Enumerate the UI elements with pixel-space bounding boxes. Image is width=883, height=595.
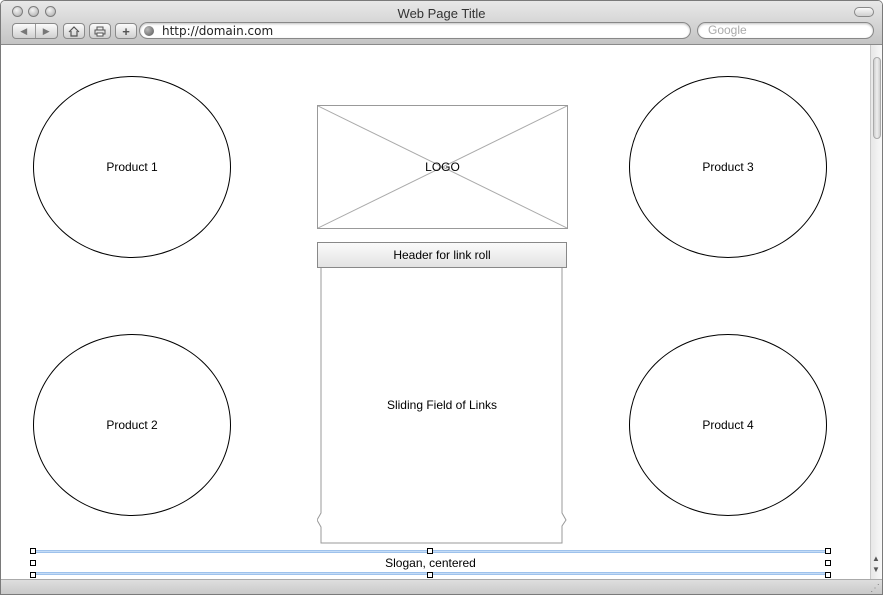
logo-label: LOGO xyxy=(425,160,460,174)
product-2-circle[interactable]: Product 2 xyxy=(33,334,231,516)
back-arrow-icon[interactable]: ◀ xyxy=(13,24,35,38)
resize-handle-bottom-right[interactable] xyxy=(825,572,831,578)
home-button[interactable] xyxy=(63,23,85,39)
scroll-up-arrow-icon[interactable]: ▲ xyxy=(872,555,880,563)
product-label: Product 2 xyxy=(106,418,158,432)
resize-handle-bottom-left[interactable] xyxy=(30,572,36,578)
home-icon xyxy=(68,25,80,37)
titlebar: Web Page Title ◀ ▶ + http://domain.com G… xyxy=(1,1,882,45)
resize-handle-top[interactable] xyxy=(427,548,433,554)
product-label: Product 1 xyxy=(106,160,158,174)
globe-icon xyxy=(144,26,154,36)
scroll-down-arrow-icon[interactable]: ▼ xyxy=(872,566,880,574)
window-title: Web Page Title xyxy=(397,6,486,21)
search-input[interactable]: Google xyxy=(697,22,874,39)
print-button[interactable] xyxy=(89,23,111,39)
address-bar-url: http://domain.com xyxy=(162,24,274,38)
link-roll-label: Sliding Field of Links xyxy=(386,398,498,412)
browser-window: Web Page Title ◀ ▶ + http://domain.com G… xyxy=(0,0,883,595)
nav-buttons: ◀ ▶ xyxy=(12,23,58,39)
logo-placeholder[interactable]: LOGO xyxy=(317,105,568,229)
product-label: Product 3 xyxy=(702,160,754,174)
slogan-text-box[interactable]: Slogan, centered xyxy=(30,548,831,578)
product-1-circle[interactable]: Product 1 xyxy=(33,76,231,258)
address-bar[interactable]: http://domain.com xyxy=(139,22,691,39)
vertical-scroll-thumb[interactable] xyxy=(873,57,881,139)
product-3-circle[interactable]: Product 3 xyxy=(629,76,827,258)
toolbar-toggle-button[interactable] xyxy=(854,7,874,17)
forward-arrow-icon[interactable]: ▶ xyxy=(34,24,58,38)
resize-handle-bottom[interactable] xyxy=(427,572,433,578)
add-bookmark-icon: + xyxy=(122,23,130,39)
page-canvas: Product 1 Product 2 Product 3 Product 4 … xyxy=(1,45,870,579)
link-roll-field[interactable]: Sliding Field of Links xyxy=(317,268,567,546)
slogan-label: Slogan, centered xyxy=(385,556,476,570)
add-bookmark-button[interactable]: + xyxy=(115,23,137,39)
print-icon xyxy=(94,26,106,36)
resize-grip-icon[interactable]: ⋰ xyxy=(870,583,880,594)
product-4-circle[interactable]: Product 4 xyxy=(629,334,827,516)
link-roll-header[interactable]: Header for link roll xyxy=(317,242,567,268)
product-label: Product 4 xyxy=(702,418,754,432)
resize-handle-top-left[interactable] xyxy=(30,548,36,554)
vertical-scrollbar[interactable]: ▲ ▼ xyxy=(870,45,882,579)
status-bar: ⋰ xyxy=(1,579,882,594)
resize-handle-top-right[interactable] xyxy=(825,548,831,554)
